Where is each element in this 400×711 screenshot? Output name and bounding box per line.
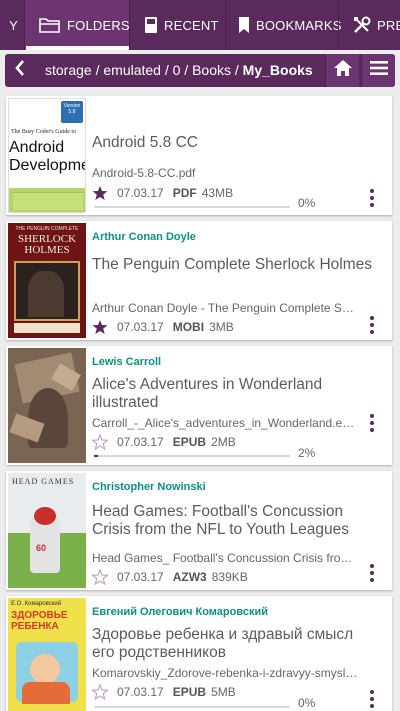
book-cover: Version 5.8 The Busy Coder's Guide to An… (8, 98, 86, 213)
book-date: 07.03.17 (117, 186, 164, 200)
book-meta: 07.03.17 EPUB 2MB (92, 433, 236, 451)
favorite-star-icon[interactable] (92, 319, 108, 335)
book-format: PDF (172, 186, 197, 200)
tab-preferences[interactable]: PREF (339, 0, 400, 50)
book-date: 07.03.17 (117, 570, 164, 584)
breadcrumb-current: My_Books (242, 62, 313, 78)
cover-title-text: SHERLOCK HOLMES (17, 233, 77, 256)
reading-progress-text: 2% (298, 446, 316, 460)
bookmark-icon (238, 16, 250, 34)
book-filename: Arthur Conan Doyle - The Penguin Complet… (92, 301, 360, 315)
book-meta: 07.03.17 PDF 43MB (92, 184, 233, 202)
book-item-android[interactable]: Version 5.8 The Busy Coder's Guide to An… (6, 96, 392, 215)
home-icon (333, 59, 353, 82)
book-title: Head Games: Football's Concussion Crisis… (92, 503, 350, 538)
cover-subtitle-text: THE PENGUIN COMPLETE (15, 226, 79, 232)
book-item-sherlock[interactable]: THE PENGUIN COMPLETE SHERLOCK HOLMES Art… (6, 221, 392, 340)
book-format: EPUB (172, 435, 207, 449)
book-title: Android 5.8 CC (92, 134, 198, 151)
book-item-komarovsky[interactable]: Е.О. Комаровский ЗДОРОВЬЕ РЕБЕНКА Евгени… (6, 596, 392, 711)
tab-recent[interactable]: RECENT (130, 0, 226, 50)
reading-progress-text: 0% (298, 196, 316, 210)
book-cover: Е.О. Комаровский ЗДОРОВЬЕ РЕБЕНКА (8, 598, 86, 711)
book-meta: 07.03.17 EPUB 5MB (92, 683, 236, 701)
book-filename: Android-5.8-CC.pdf (92, 166, 196, 180)
book-date: 07.03.17 (117, 435, 164, 449)
book-cover: THE PENGUIN COMPLETE SHERLOCK HOLMES (8, 223, 86, 338)
cover-subtitle-text: The Busy Coder's Guide to (11, 129, 77, 135)
book-cover: HEAD GAMES 60 (8, 473, 86, 588)
tab-preferences-label: PREF (377, 17, 400, 33)
book-item-alice[interactable]: Lewis Carroll Alice's Adventures in Wond… (6, 346, 392, 465)
book-size: 5MB (211, 685, 236, 699)
chevron-left-icon (14, 60, 26, 81)
book-author: Arthur Conan Doyle (92, 231, 196, 243)
favorite-star-icon[interactable] (92, 569, 108, 585)
favorite-star-icon[interactable] (92, 434, 108, 450)
more-options-button[interactable] (367, 414, 377, 432)
reading-progress-text: 0% (298, 696, 316, 710)
book-format: AZW3 (172, 570, 207, 584)
book-meta: 07.03.17 MOBI 3MB (92, 318, 234, 336)
reading-progress-bar (94, 455, 290, 457)
cover-badge-text: Version 5.8 (63, 103, 81, 115)
tab-history[interactable]: Y (0, 0, 24, 50)
tab-bookmarks-label: BOOKMARKS (256, 17, 342, 33)
favorite-star-icon[interactable] (92, 684, 108, 700)
more-options-button[interactable] (367, 316, 377, 334)
cover-title-text: HEAD GAMES (12, 477, 75, 486)
book-author: Евгений Олегович Комаровский (92, 606, 268, 618)
active-tab-indicator (26, 46, 130, 50)
breadcrumb[interactable]: storage / emulated / 0 / Books / My_Book… (45, 54, 313, 87)
tab-history-label: Y (9, 17, 18, 33)
book-title: Alice's Adventures in Wonderland illustr… (92, 376, 323, 411)
book-filename: Komarovskiy_Zdorove-rebenka-i-zdravyy-sm… (92, 666, 360, 680)
reading-progress-bar (94, 206, 290, 208)
tab-recent-label: RECENT (164, 17, 219, 33)
book-cover (8, 348, 86, 463)
cover-title-text: ЗДОРОВЬЕ РЕБЕНКА (11, 610, 68, 632)
book-date: 07.03.17 (117, 320, 164, 334)
reading-progress-bar (94, 706, 290, 708)
cover-title-text: Android Development (9, 139, 85, 174)
more-options-button[interactable] (367, 690, 377, 708)
favorite-star-icon[interactable] (92, 185, 108, 201)
book-item-head-games[interactable]: HEAD GAMES 60 Christopher Nowinski Head … (6, 471, 392, 590)
tab-bookmarks[interactable]: BOOKMARKS (226, 0, 341, 50)
tools-icon (353, 16, 371, 34)
top-tab-bar: Y FOLDERS RECENT BOOKMARKS PREF (0, 0, 400, 50)
book-format: MOBI (172, 320, 205, 334)
breadcrumb-prefix: storage / emulated / 0 / Books / (45, 62, 243, 78)
more-options-button[interactable] (367, 564, 377, 582)
book-author: Christopher Nowinski (92, 481, 206, 493)
book-date: 07.03.17 (117, 685, 164, 699)
tab-folders-label: FOLDERS (67, 17, 130, 33)
hamburger-menu-icon (369, 60, 388, 81)
book-size: 839KB (211, 570, 248, 584)
path-bar: storage / emulated / 0 / Books / My_Book… (5, 54, 395, 87)
book-title: Здоровье ребенка и здравый смысл его род… (92, 626, 354, 661)
book-size: 43MB (201, 186, 234, 200)
book-size: 2MB (211, 435, 236, 449)
folder-icon (39, 16, 61, 34)
book-icon (144, 16, 158, 34)
book-title: The Penguin Complete Sherlock Holmes (92, 256, 372, 273)
book-filename: Head Games_ Football's Concussion Crisis… (92, 551, 360, 565)
book-author: Lewis Carroll (92, 356, 162, 368)
book-filename: Carroll_-_Alice's_adventures_in_Wonderla… (92, 416, 360, 430)
menu-button[interactable] (361, 54, 395, 87)
more-options-button[interactable] (367, 189, 377, 207)
book-meta: 07.03.17 AZW3 839KB (92, 568, 248, 586)
back-button[interactable] (5, 54, 35, 87)
book-size: 3MB (209, 320, 234, 334)
cover-subtitle-text: Е.О. Комаровский (11, 601, 62, 607)
tab-folders[interactable]: FOLDERS (25, 0, 130, 50)
book-format: EPUB (172, 685, 207, 699)
home-button[interactable] (325, 54, 359, 87)
